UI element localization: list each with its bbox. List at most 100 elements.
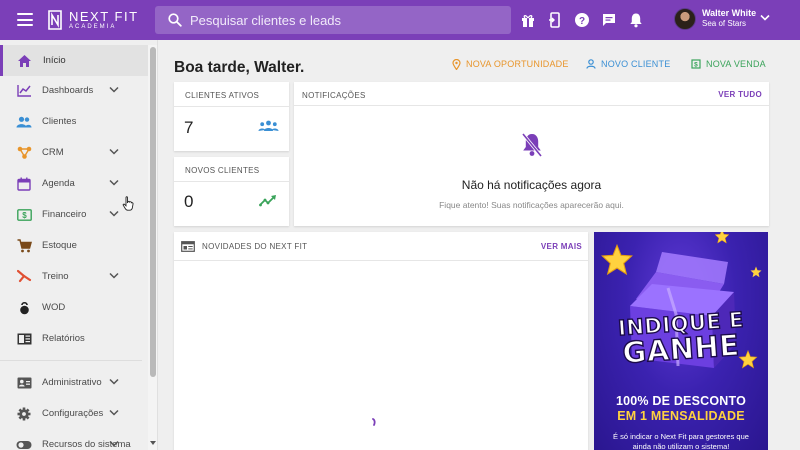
banner-promo-line2: EM 1 MENSALIDADE [617,409,745,423]
sidebar-item-estoque[interactable]: Estoque [0,230,148,261]
receipt-icon: $ [691,59,701,69]
new-sale-label: NOVA VENDA [706,59,766,69]
next-fit-logo-icon [48,10,62,30]
app-logo[interactable]: NEXT FIT ACADEMIA [46,9,139,31]
search-box[interactable] [155,6,511,34]
chevron-down-icon[interactable] [109,440,119,447]
search-input[interactable] [190,12,490,28]
person-add-icon [586,59,596,69]
location-pin-icon [452,58,461,70]
svg-text:$: $ [22,211,27,220]
sidebar-item-configuracoes[interactable]: Configurações [0,398,148,429]
chevron-down-icon[interactable] [109,148,119,155]
greeting-title: Boa tarde, Walter. [174,59,305,76]
chevron-down-icon[interactable] [109,210,119,217]
calendar-icon [16,176,32,192]
loading-spinner-icon [372,418,376,426]
sidebar-item-label: Agenda [42,178,75,189]
chevron-down-icon[interactable] [109,86,119,93]
workout-icon [16,269,32,285]
new-clients-count: 0 [184,192,194,211]
sidebar: Início Dashboards Clientes CRM Agenda $ Financ… [0,40,158,450]
chevron-down-icon[interactable] [109,272,119,279]
see-all-link[interactable]: VER TUDO [718,90,762,99]
notification-bell-icon[interactable] [626,10,646,30]
sidebar-item-label: Dashboards [42,85,94,96]
chevron-down-icon[interactable] [109,409,119,416]
see-more-link[interactable]: VER MAIS [541,242,582,251]
sidebar-item-label: Clientes [42,116,77,127]
id-card-icon [16,375,32,391]
bell-off-icon [521,132,543,158]
search-icon [168,13,182,27]
new-opportunity-label: NOVA OPORTUNIDADE [466,59,569,69]
sidebar-item-wod[interactable]: WOD [0,292,148,323]
sidebar-item-label: Configurações [42,408,104,419]
new-client-button[interactable]: NOVO CLIENTE [586,57,670,71]
sidebar-item-crm[interactable]: CRM [0,137,148,168]
newspaper-icon [181,241,195,252]
new-sale-button[interactable]: $ NOVA VENDA [691,57,766,71]
hand-cursor-icon [122,196,134,211]
sidebar-item-recursos-do-sistema[interactable]: Recursos do sistema [0,429,148,450]
crm-network-icon [16,145,32,161]
referral-banner[interactable]: INDIQUE E GANHE 100% DE DESCONTO EM 1 ME… [594,232,768,450]
sidebar-item-treino[interactable]: Treino [0,261,148,292]
active-clients-count: 7 [184,118,194,137]
report-icon [16,331,32,347]
sidebar-item-label: Relatórios [42,333,85,344]
sidebar-scroll-thumb[interactable] [150,47,156,377]
new-clients-card[interactable]: NOVOS CLIENTES 0 [174,157,289,226]
chart-line-icon [16,83,32,99]
new-clients-title: NOVOS CLIENTES [185,166,260,175]
mobile-exit-icon[interactable] [545,10,565,30]
user-avatar[interactable] [674,8,696,30]
star-icon [750,266,762,278]
user-name: Walter White [702,8,757,18]
top-bar: NEXT FIT ACADEMIA ? Walter White Sea of … [0,0,800,40]
notifications-card: NOTIFICAÇÕES VER TUDO Não há notificaçõe… [294,82,769,226]
notifications-empty-title: Não há notificações agora [461,178,602,192]
people-group-icon [258,120,279,131]
sidebar-item-label: Administrativo [42,377,102,388]
star-icon [714,232,730,244]
help-icon[interactable]: ? [572,10,592,30]
menu-icon[interactable] [17,13,33,26]
scroll-down-arrow-icon[interactable] [150,441,156,446]
banner-promo-line1: 100% DE DESCONTO [615,394,747,408]
gift-icon[interactable] [518,10,538,30]
sidebar-item-agenda[interactable]: Agenda [0,168,148,199]
chevron-down-icon[interactable] [109,179,119,186]
sidebar-item-label: WOD [42,302,66,313]
card-divider [294,105,769,106]
home-icon [16,53,32,69]
user-info[interactable]: Walter White Sea of Stars [702,9,756,28]
active-clients-title: CLIENTES ATIVOS [185,91,260,100]
trending-up-icon [259,195,276,207]
sidebar-item-label: Início [43,55,66,66]
chevron-down-icon[interactable] [760,14,770,21]
sidebar-item-clientes[interactable]: Clientes [0,106,148,137]
sidebar-item-relatorios[interactable]: Relatórios [0,323,148,354]
active-clients-card[interactable]: CLIENTES ATIVOS 7 [174,82,289,151]
chevron-down-icon[interactable] [109,378,119,385]
sidebar-item-administrativo[interactable]: Administrativo [0,367,148,398]
svg-text:$: $ [694,62,698,69]
sidebar-item-inicio[interactable]: Início [0,45,148,76]
card-divider [174,260,588,261]
gear-icon [16,406,32,422]
sidebar-item-label: Treino [42,271,69,282]
sidebar-item-label: CRM [42,147,64,158]
card-divider [174,106,289,107]
new-opportunity-button[interactable]: NOVA OPORTUNIDADE [452,57,569,71]
news-card: NOVIDADES DO NEXT FIT VER MAIS [174,232,588,450]
kettlebell-icon [16,300,32,316]
sidebar-item-dashboards[interactable]: Dashboards [0,75,148,106]
brand-subtitle: ACADEMIA [69,24,117,30]
news-title: NOVIDADES DO NEXT FIT [202,242,308,251]
chat-icon[interactable] [599,10,619,30]
user-subtitle: Sea of Stars [702,19,747,28]
sidebar-item-label: Estoque [42,240,77,251]
toggle-icon [16,437,32,450]
notifications-empty-subtitle: Fique atento! Suas notificações aparecer… [439,200,624,210]
